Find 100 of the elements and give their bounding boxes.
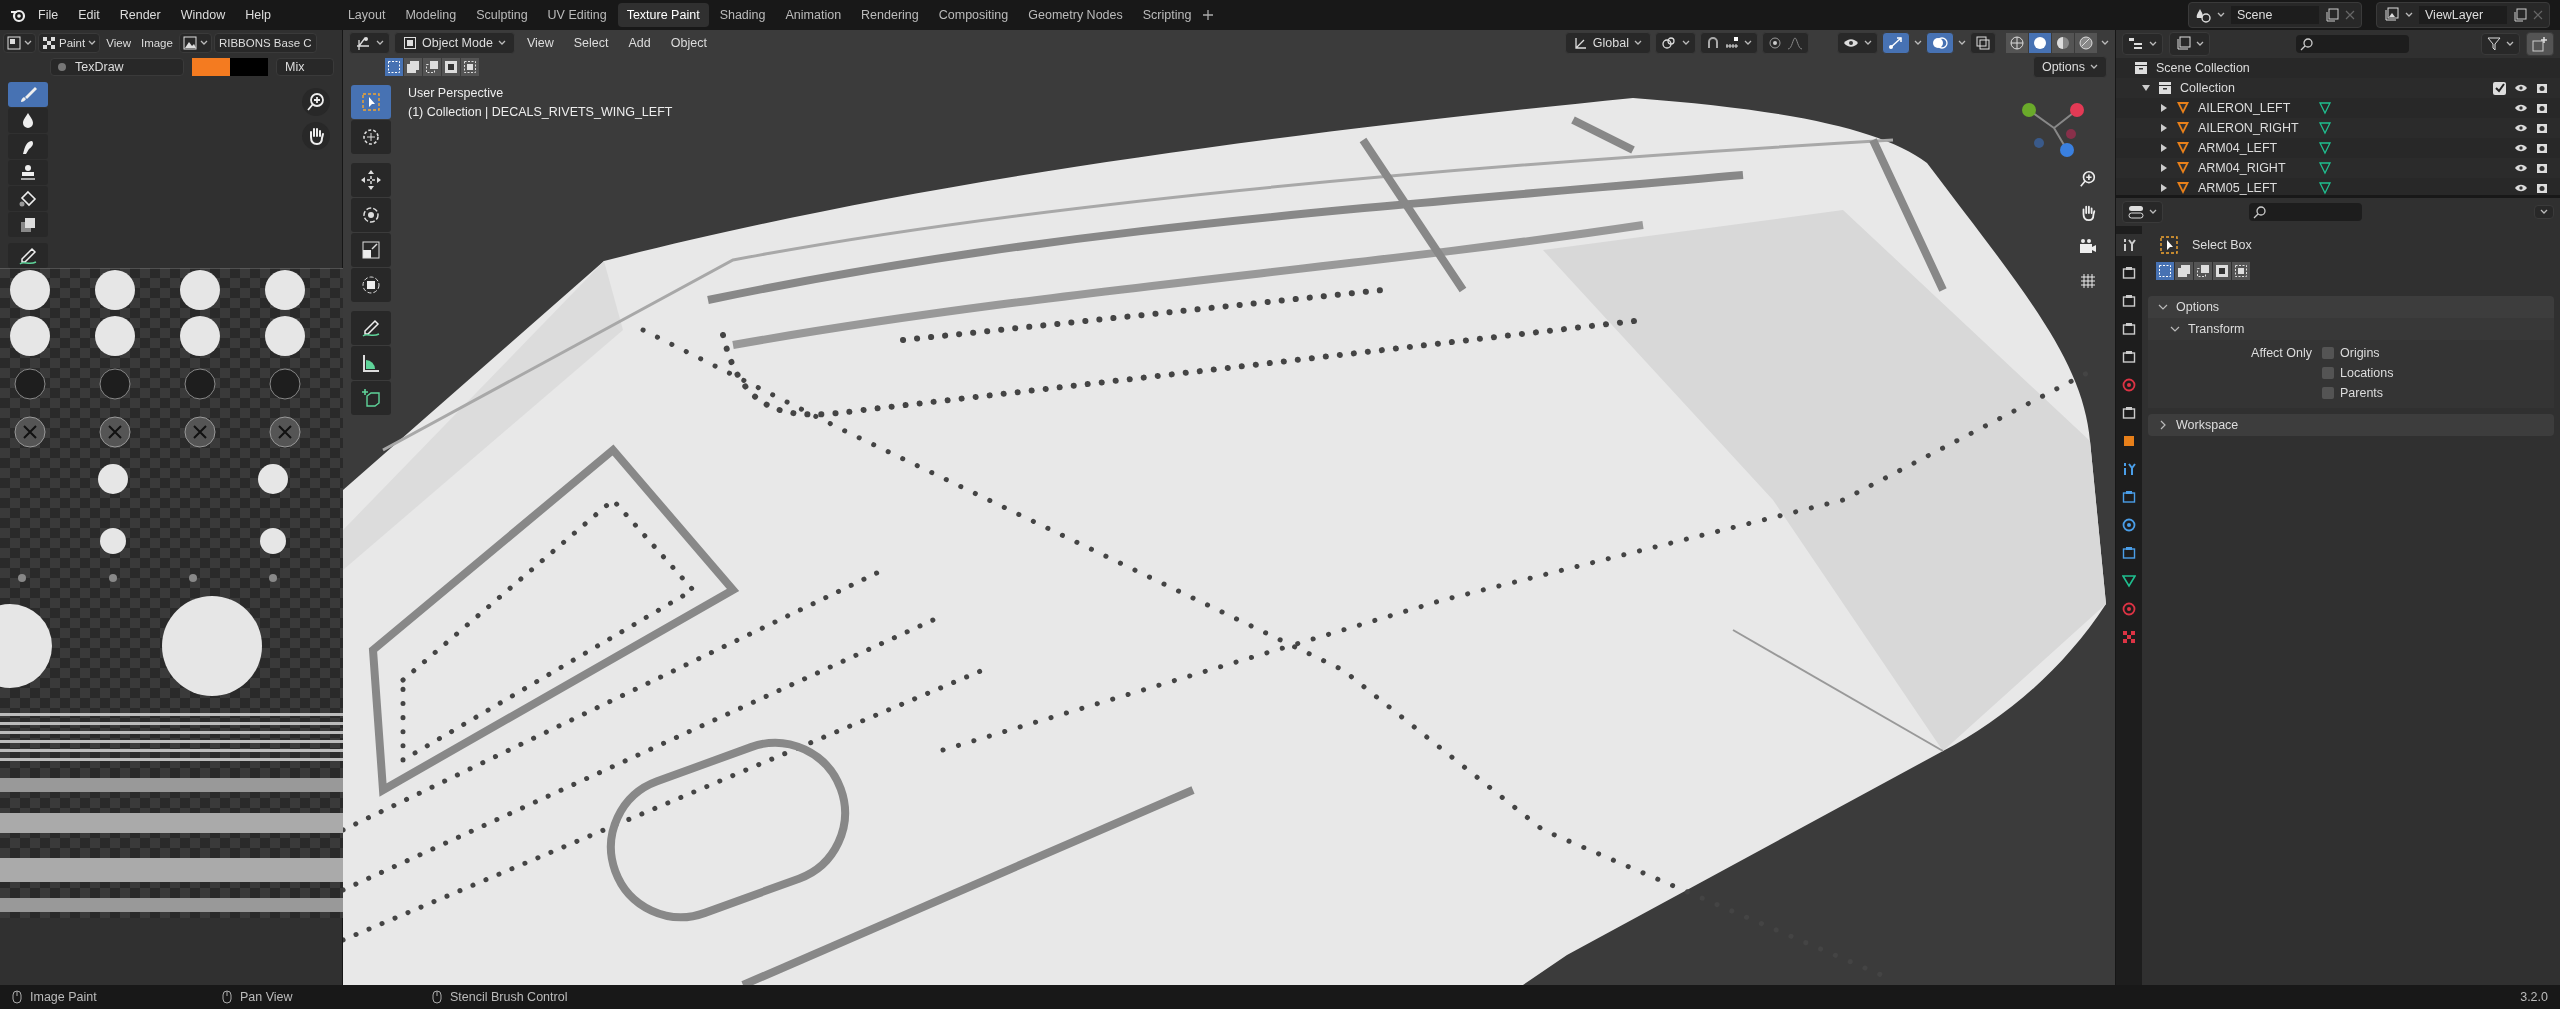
tool-button[interactable] (8, 108, 48, 133)
workspace-tab[interactable]: UV Editing (538, 3, 616, 27)
tool-button[interactable] (351, 163, 391, 197)
workspace-tab[interactable]: Modeling (396, 3, 466, 27)
tool-button[interactable] (351, 198, 391, 232)
collapse-arrow-icon[interactable] (2142, 84, 2150, 92)
editor-type-button[interactable] (2122, 201, 2163, 223)
mode-dropdown[interactable]: Paint (38, 33, 101, 53)
menu-item[interactable]: File (30, 5, 67, 25)
menu-item[interactable]: Edit (70, 5, 108, 25)
new-collection-button[interactable] (2526, 32, 2554, 56)
expand-arrow-icon[interactable] (2160, 184, 2168, 192)
expand-arrow-icon[interactable] (2160, 124, 2168, 132)
search-field[interactable] (2249, 203, 2362, 221)
menu-item[interactable]: Add (620, 33, 659, 53)
selection-mode-button[interactable] (442, 58, 460, 76)
menu-item[interactable]: Help (237, 5, 279, 25)
menu-item[interactable]: Object (662, 33, 715, 53)
workspace-tab[interactable]: Rendering (852, 3, 928, 27)
eye-icon[interactable] (2514, 142, 2528, 154)
outliner-item[interactable]: ARM05_LEFT (2198, 181, 2310, 195)
tool-button[interactable] (351, 120, 391, 154)
outliner-item[interactable]: AILERON_LEFT (2198, 101, 2310, 115)
color-swatch[interactable] (192, 58, 230, 76)
menu-item[interactable]: View (518, 33, 562, 53)
xray-toggle[interactable] (1970, 32, 1996, 54)
gizmo-toggle[interactable] (1882, 32, 1910, 54)
blend-mode-field[interactable]: Mix (276, 58, 334, 76)
close-icon[interactable] (2533, 10, 2543, 20)
outliner-item[interactable]: ARM04_RIGHT (2198, 161, 2310, 175)
workspace-tab[interactable]: Scripting (1133, 3, 1201, 27)
brush-field[interactable]: TexDraw (50, 58, 184, 76)
workspace-tab[interactable]: Layout (338, 3, 395, 27)
panel-header[interactable]: Options (2148, 296, 2554, 318)
tool-button[interactable] (8, 212, 48, 237)
image-name-field[interactable]: RIBBONS Base C (213, 33, 317, 53)
camera-icon[interactable] (2536, 122, 2548, 134)
workspace-tab[interactable]: Animation (776, 3, 851, 27)
pan-button[interactable] (302, 122, 330, 150)
camera-icon[interactable] (2536, 102, 2548, 114)
tool-button[interactable] (351, 381, 391, 415)
menu-item[interactable]: Image (136, 34, 177, 52)
workspace-tab[interactable]: Texture Paint (617, 3, 709, 27)
camera-icon[interactable] (2079, 238, 2097, 256)
tool-button[interactable] (351, 268, 391, 302)
editor-type-button[interactable] (349, 32, 390, 54)
affect-checkbox[interactable]: Parents (2322, 386, 2394, 400)
visibility-dropdown[interactable] (1837, 32, 1878, 54)
zoom-icon[interactable] (2079, 170, 2097, 188)
workspace-tab[interactable]: Shading (710, 3, 775, 27)
eye-icon[interactable] (2514, 122, 2528, 134)
checkbox[interactable] (2493, 81, 2506, 95)
workspace-tab[interactable]: Geometry Nodes (1019, 3, 1132, 27)
outliner-item[interactable]: Scene Collection (2156, 61, 2250, 75)
options-dropdown[interactable] (2534, 205, 2554, 219)
expand-arrow-icon[interactable] (2160, 104, 2168, 112)
shading-button[interactable] (2075, 33, 2097, 53)
editor-type-button[interactable] (2122, 33, 2163, 55)
tool-button[interactable] (8, 160, 48, 185)
checkbox[interactable] (2322, 387, 2334, 399)
affect-checkbox[interactable]: Locations (2322, 366, 2394, 380)
shading-button[interactable] (2052, 33, 2074, 53)
expand-arrow-icon[interactable] (2160, 144, 2168, 152)
checkbox[interactable] (2322, 367, 2334, 379)
tool-button[interactable] (8, 186, 48, 211)
shading-button[interactable] (2006, 33, 2028, 53)
scene-selector[interactable]: Scene (2188, 2, 2362, 28)
expand-arrow-icon[interactable] (2160, 164, 2168, 172)
editor-type-button[interactable] (3, 33, 36, 53)
camera-icon[interactable] (2536, 82, 2548, 94)
menu-item[interactable]: Window (172, 5, 234, 25)
tool-button[interactable] (8, 134, 48, 159)
tool-button[interactable] (351, 233, 391, 267)
proportional-edit-button[interactable] (1762, 32, 1809, 54)
selection-mode-button[interactable] (461, 58, 479, 76)
selection-mode-button[interactable] (423, 58, 441, 76)
selection-mode-button[interactable] (2156, 262, 2174, 280)
menu-item[interactable]: View (102, 34, 135, 52)
outliner-item[interactable]: Collection (2180, 81, 2235, 95)
tool-button[interactable] (8, 243, 48, 268)
selection-mode-button[interactable] (404, 58, 422, 76)
overlay-toggle[interactable] (1926, 32, 1954, 54)
menu-item[interactable]: Render (111, 5, 169, 25)
filter-button[interactable] (2481, 33, 2520, 55)
selection-mode-button[interactable] (2232, 262, 2250, 280)
outliner-item[interactable]: ARM04_LEFT (2198, 141, 2310, 155)
image-browse-button[interactable] (178, 33, 212, 53)
tool-button[interactable] (351, 346, 391, 380)
camera-icon[interactable] (2536, 142, 2548, 154)
camera-icon[interactable] (2536, 182, 2548, 194)
eye-icon[interactable] (2514, 162, 2528, 174)
pivot-dropdown[interactable] (1655, 32, 1696, 54)
eye-icon[interactable] (2514, 102, 2528, 114)
plus-icon[interactable] (1202, 9, 1215, 21)
mode-dropdown[interactable]: Object Mode (394, 32, 515, 54)
affect-checkbox[interactable]: Origins (2322, 346, 2394, 360)
camera-icon[interactable] (2536, 162, 2548, 174)
selection-mode-button[interactable] (2175, 262, 2193, 280)
eye-icon[interactable] (2514, 182, 2528, 194)
copy-icon[interactable] (2513, 8, 2527, 22)
